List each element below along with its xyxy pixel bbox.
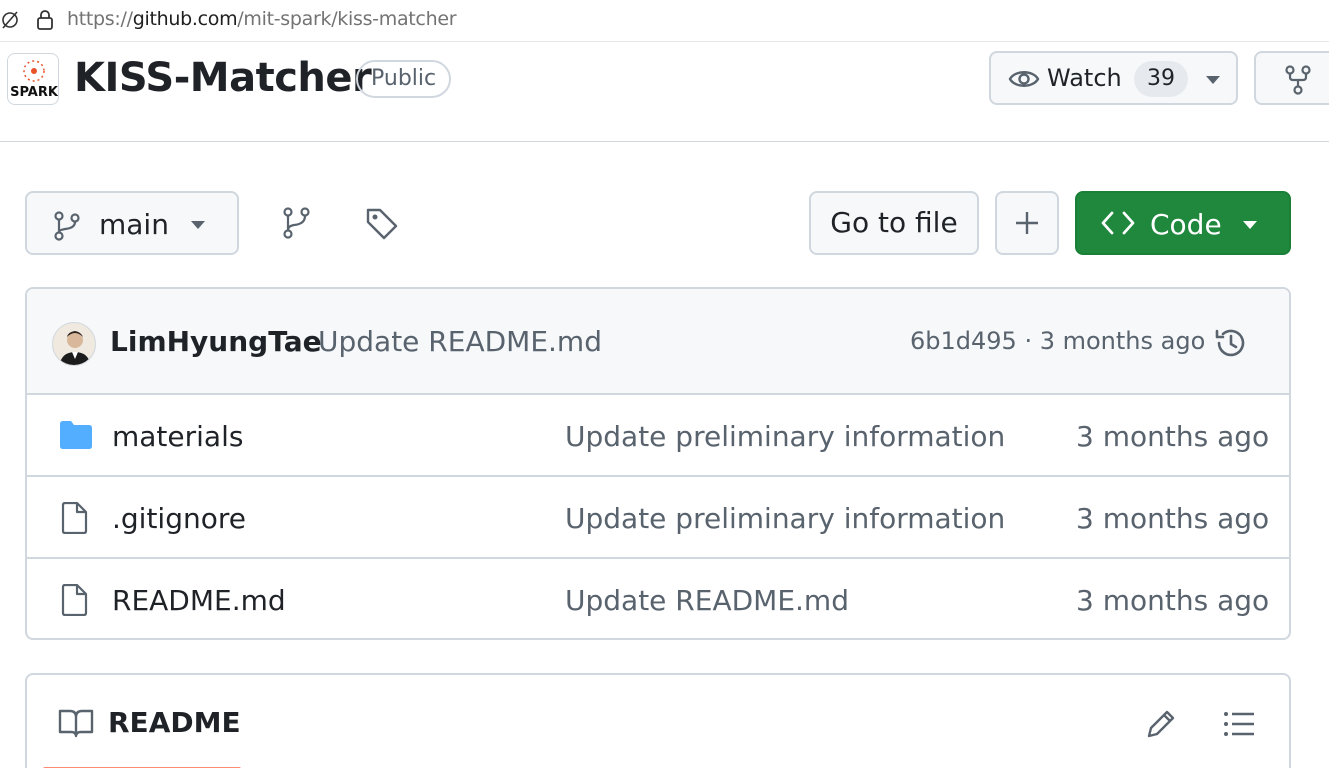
plus-icon — [1016, 212, 1038, 234]
repo-header: SPARK KISS-Matcher Public Watch 39 — [0, 43, 1329, 142]
watch-count: 39 — [1134, 61, 1188, 97]
list-outline-icon[interactable] — [1223, 710, 1255, 738]
repo-name[interactable]: KISS-Matcher — [74, 55, 372, 101]
file-row[interactable]: materials Update preliminary information… — [27, 395, 1289, 477]
code-button[interactable]: Code — [1075, 191, 1291, 255]
browser-url-bar[interactable]: https://github.com/mit-spark/kiss-matche… — [0, 0, 1329, 42]
fork-icon — [1285, 65, 1311, 95]
not-secure-icon[interactable] — [0, 9, 20, 31]
history-icon[interactable] — [1214, 326, 1248, 360]
file-row[interactable]: README.md Update README.md 3 months ago — [27, 559, 1289, 638]
file-row[interactable]: .gitignore Update preliminary informatio… — [27, 477, 1289, 559]
author-avatar[interactable] — [52, 322, 96, 366]
fork-button[interactable] — [1254, 51, 1329, 105]
commit-sha-and-time[interactable]: 6b1d495 · 3 months ago — [910, 327, 1205, 355]
url-text[interactable]: https://github.com/mit-spark/kiss-matche… — [67, 8, 457, 30]
add-file-button[interactable] — [995, 191, 1059, 255]
url-host: github.com — [132, 8, 238, 30]
file-date: 3 months ago — [1076, 584, 1270, 617]
commit-author[interactable]: LimHyungTae — [110, 325, 322, 358]
file-commit-message[interactable]: Update preliminary information — [565, 502, 1005, 535]
file-name[interactable]: README.md — [112, 584, 286, 617]
org-avatar[interactable]: SPARK — [7, 53, 59, 105]
file-commit-message[interactable]: Update preliminary information — [565, 420, 1005, 453]
url-scheme: https:// — [67, 8, 133, 30]
watch-button[interactable]: Watch 39 — [989, 51, 1238, 105]
svg-text:SPARK: SPARK — [10, 85, 59, 100]
spark-logo-icon: SPARK — [10, 60, 59, 100]
commit-message[interactable]: Update README.md — [318, 325, 602, 358]
chevron-down-icon — [1206, 76, 1220, 84]
latest-commit-row: LimHyungTae Update README.md 6b1d495 · 3… — [27, 289, 1289, 395]
watch-label: Watch — [1047, 64, 1122, 92]
folder-icon — [60, 421, 92, 449]
book-icon — [58, 709, 94, 738]
file-date: 3 months ago — [1076, 420, 1270, 453]
file-name[interactable]: .gitignore — [112, 502, 246, 535]
pencil-icon[interactable] — [1145, 708, 1177, 740]
chevron-down-icon — [1243, 221, 1257, 229]
code-brackets-icon — [1101, 211, 1135, 235]
file-icon — [61, 584, 88, 616]
lock-icon[interactable] — [36, 9, 54, 31]
branch-selector-button[interactable]: main — [25, 191, 239, 255]
url-path: /mit-spark/kiss-matcher — [237, 8, 457, 30]
readme-tab-title[interactable]: README — [108, 706, 241, 739]
go-to-file-button[interactable]: Go to file — [809, 191, 979, 255]
tag-icon[interactable] — [365, 207, 399, 241]
file-icon — [61, 502, 88, 534]
git-branch-icon — [54, 211, 80, 241]
readme-panel: README — [25, 673, 1291, 768]
code-label: Code — [1150, 208, 1222, 241]
file-date: 3 months ago — [1076, 502, 1270, 535]
file-commit-message[interactable]: Update README.md — [565, 584, 849, 617]
file-table: LimHyungTae Update README.md 6b1d495 · 3… — [25, 287, 1291, 640]
file-name[interactable]: materials — [112, 420, 243, 453]
user-photo-icon — [59, 331, 91, 365]
eye-icon — [1008, 71, 1040, 87]
chevron-down-icon — [191, 221, 205, 229]
branch-name: main — [99, 208, 169, 241]
branches-icon[interactable] — [282, 207, 312, 239]
visibility-badge: Public — [356, 60, 452, 98]
